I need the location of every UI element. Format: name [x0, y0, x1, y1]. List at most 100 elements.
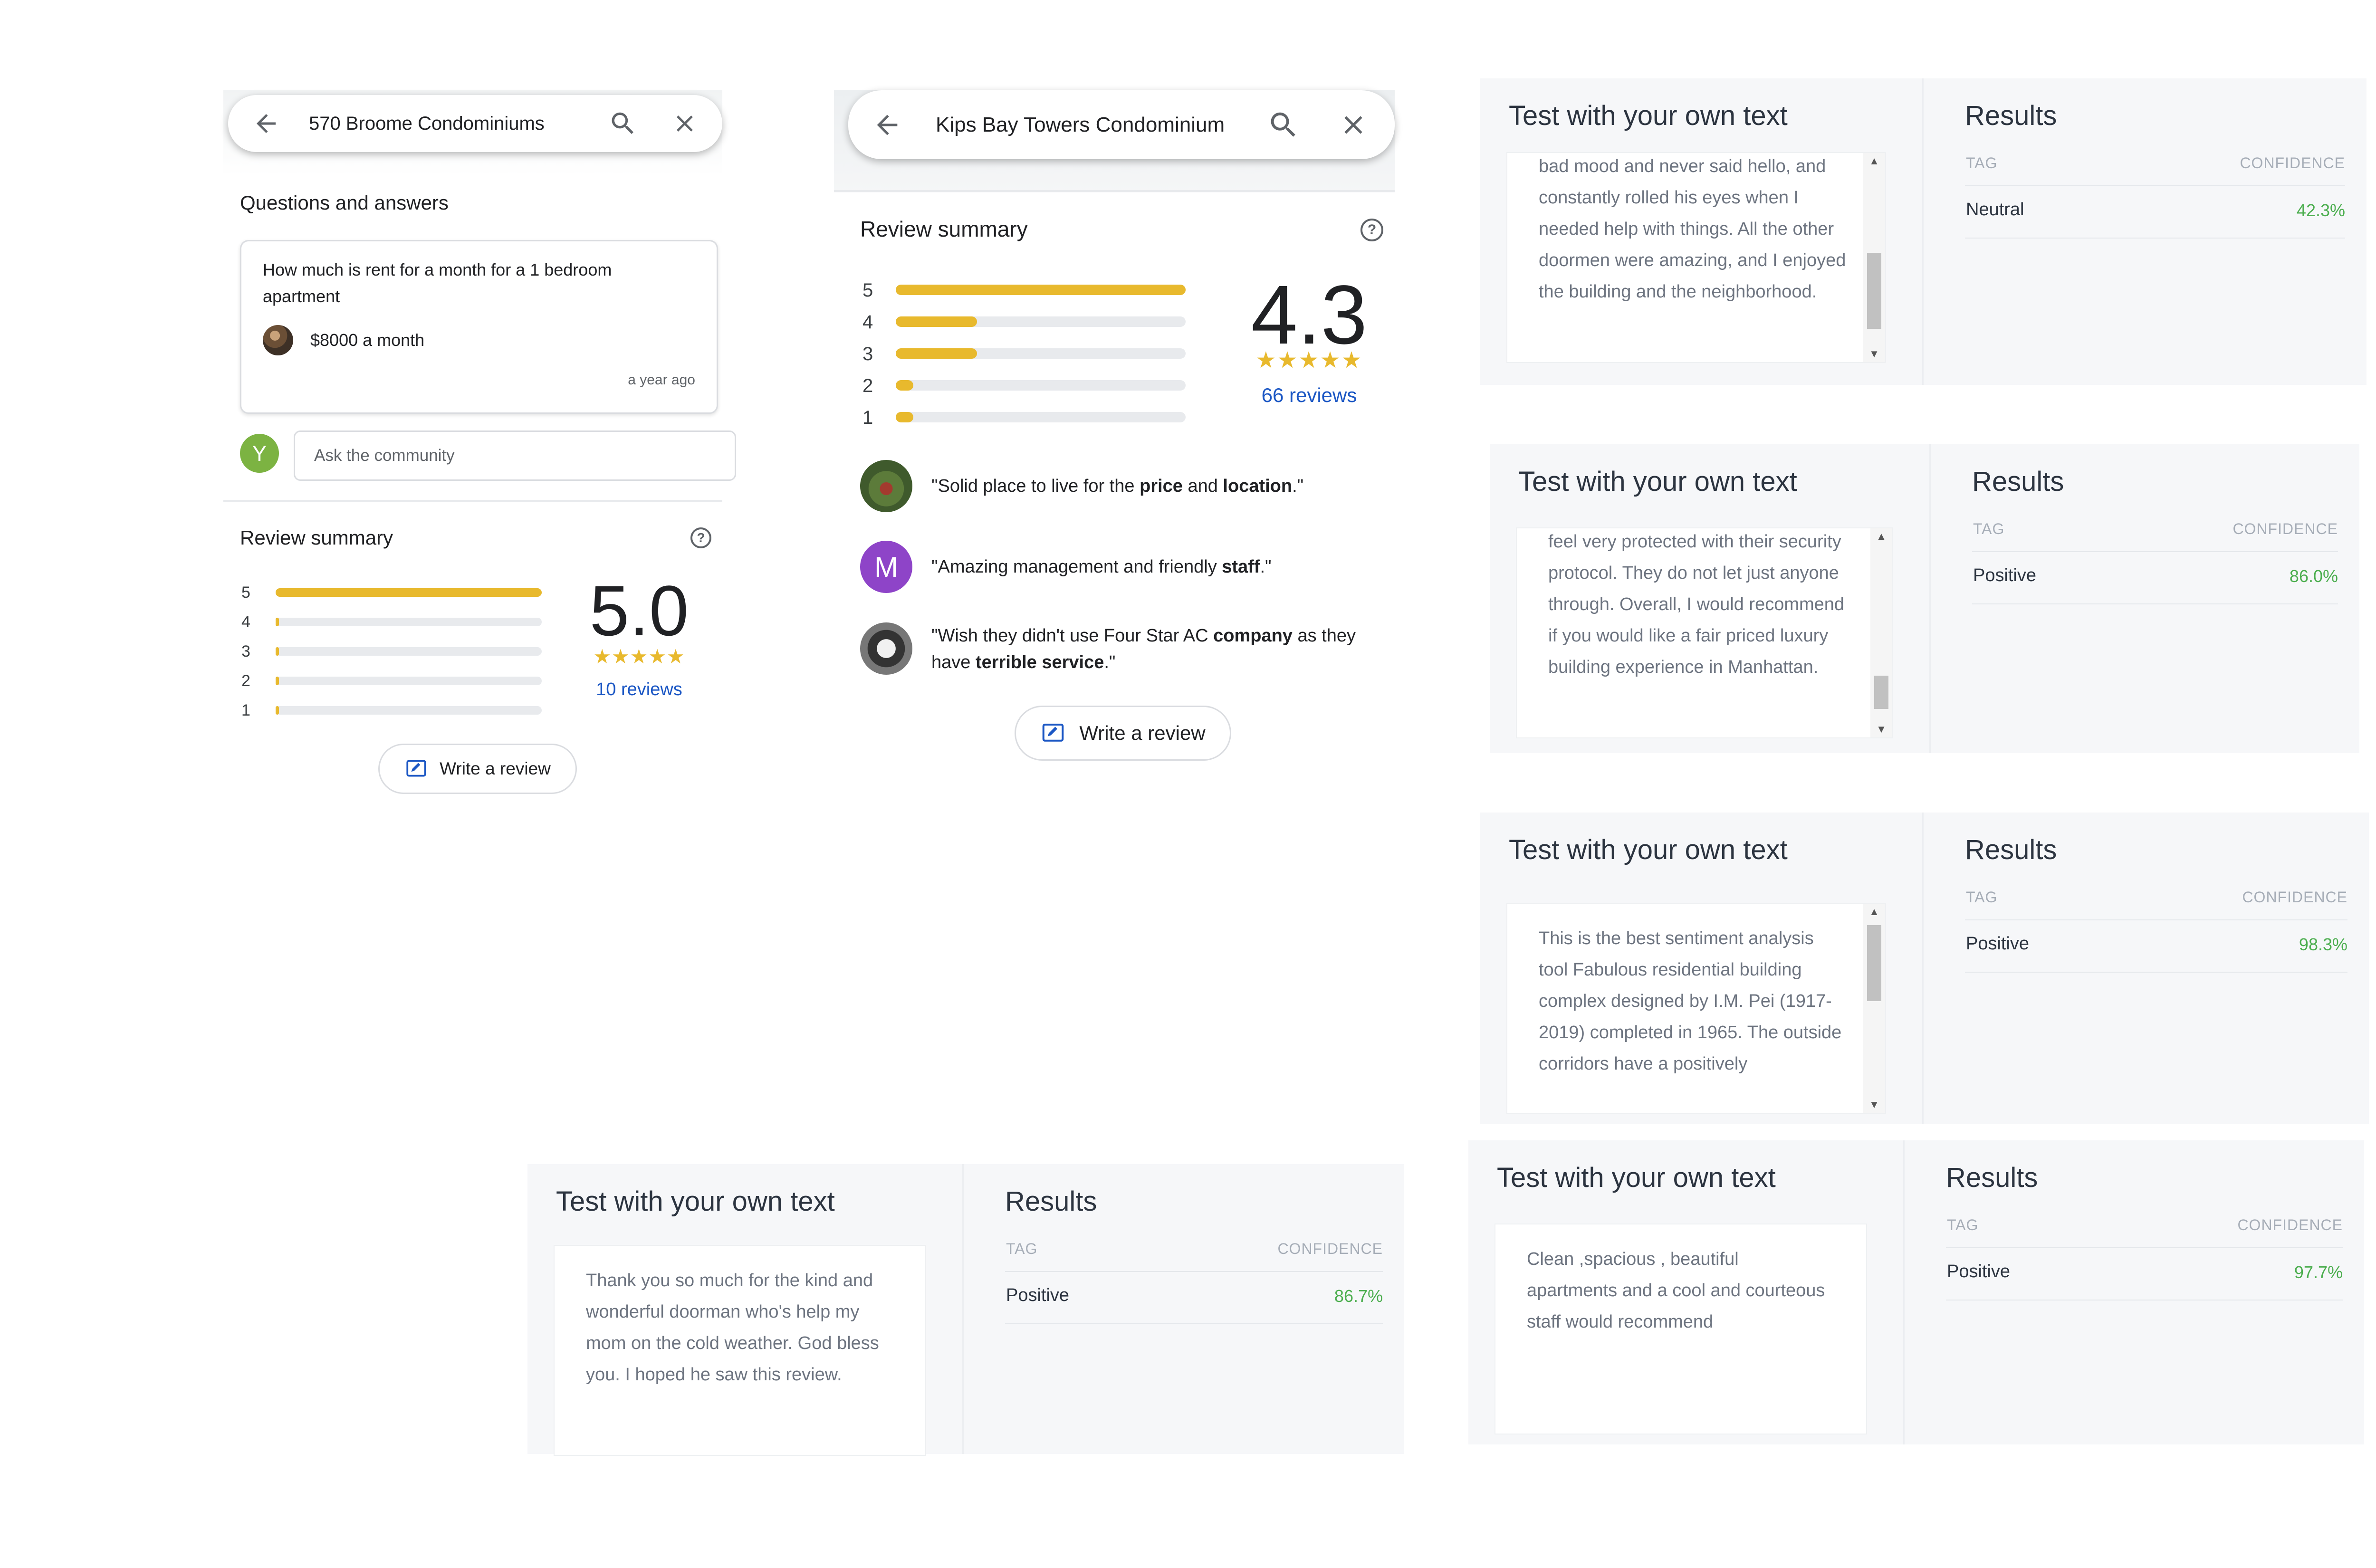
scrollbar-thumb[interactable]	[1867, 925, 1881, 1001]
confidence-column-header: CONFIDENCE	[2242, 889, 2347, 906]
review-snippet[interactable]: "Amazing management and friendly staff."	[931, 554, 1383, 580]
scrollbar[interactable]: ▲ ▼	[1863, 904, 1885, 1113]
input-heading: Test with your own text	[1509, 834, 1788, 865]
rating-bar-label: 1	[862, 407, 873, 428]
confidence-column-header: CONFIDENCE	[2232, 520, 2338, 537]
search-icon[interactable]	[1267, 108, 1300, 142]
tag-column-header: TAG	[1966, 889, 1998, 906]
sentiment-panel: Test with your own text Clean ,spacious …	[1468, 1140, 2364, 1444]
rating-bar-fill	[896, 380, 913, 391]
result-tag: Positive	[1973, 565, 2037, 585]
sentiment-panel: Test with your own text bad mood and nev…	[1480, 78, 2366, 385]
review-snippet[interactable]: "Solid place to live for the price and l…	[931, 473, 1383, 499]
rating-bar-label: 3	[241, 642, 250, 660]
scrollbar[interactable]: ▲ ▼	[1870, 528, 1892, 737]
reviewer-avatar	[860, 622, 912, 675]
search-icon[interactable]	[608, 109, 638, 138]
scroll-down-icon[interactable]: ▼	[1863, 348, 1885, 360]
review-summary-heading: Review summary	[860, 217, 1028, 241]
results-heading: Results	[1972, 466, 2064, 497]
rating-bar-label: 5	[862, 280, 873, 301]
reviews-count-link[interactable]: 66 reviews	[1233, 384, 1385, 407]
rating-bar	[276, 618, 542, 626]
scroll-up-icon[interactable]: ▲	[1863, 155, 1885, 167]
input-heading: Test with your own text	[556, 1186, 835, 1217]
rating-bar	[276, 588, 542, 597]
result-tag: Neutral	[1966, 200, 2024, 220]
results-heading: Results	[1946, 1162, 2038, 1193]
rating-bar-label: 1	[241, 701, 250, 719]
confidence-column-header: CONFIDENCE	[2237, 1216, 2343, 1233]
rating-bar	[276, 677, 542, 685]
scroll-down-icon[interactable]: ▼	[1863, 1099, 1885, 1111]
star-rating: ★★★★★	[593, 645, 685, 668]
rating-bar	[896, 380, 1186, 391]
scroll-up-icon[interactable]: ▲	[1863, 906, 1885, 918]
result-confidence: 98.3%	[2299, 935, 2347, 954]
search-title[interactable]: Kips Bay Towers Condominium	[936, 113, 1262, 137]
header-divider	[1972, 551, 2338, 552]
scrollbar-thumb[interactable]	[1874, 676, 1888, 709]
rating-bar-fill	[896, 412, 913, 422]
column-divider	[1922, 813, 1924, 1124]
rating-bar	[896, 412, 1186, 422]
close-icon[interactable]	[1338, 110, 1369, 140]
input-text: Clean ,spacious , beautiful apartments a…	[1527, 1249, 1825, 1332]
maps-panel-570-broome: 570 Broome Condominiums Questions and an…	[223, 90, 736, 803]
write-review-button[interactable]: Write a review	[1015, 706, 1231, 761]
divider	[834, 190, 1395, 192]
divider	[223, 500, 722, 502]
row-divider	[1965, 238, 2345, 239]
input-heading: Test with your own text	[1497, 1162, 1776, 1193]
reviews-count-link[interactable]: 10 reviews	[580, 679, 699, 700]
avatar	[263, 325, 293, 355]
search-bar[interactable]: 570 Broome Condominiums	[228, 95, 722, 152]
scrollbar[interactable]: ▲ ▼	[1863, 153, 1885, 362]
snippet-text: "Amazing management and friendly	[931, 557, 1222, 577]
rating-bar-label: 5	[241, 583, 250, 602]
snippet-text: ."	[1260, 557, 1272, 577]
text-input[interactable]: Thank you so much for the kind and wonde…	[554, 1245, 926, 1456]
scrollbar-thumb[interactable]	[1867, 253, 1881, 329]
close-icon[interactable]	[671, 110, 699, 137]
qa-card[interactable]: How much is rent for a month for a 1 bed…	[240, 240, 718, 414]
rating-bar-label: 4	[862, 312, 873, 333]
search-bar[interactable]: Kips Bay Towers Condominium	[848, 90, 1395, 159]
star-rating: ★★★★★	[1255, 348, 1363, 373]
back-arrow-icon[interactable]	[252, 109, 280, 138]
write-review-label: Write a review	[440, 759, 551, 778]
result-confidence: 86.0%	[2289, 566, 2338, 586]
text-input[interactable]: This is the best sentiment analysis tool…	[1506, 903, 1886, 1114]
scroll-down-icon[interactable]: ▼	[1870, 723, 1892, 736]
snippet-text: and	[1182, 476, 1223, 496]
rating-bar-label: 2	[862, 375, 873, 396]
back-arrow-icon[interactable]	[872, 110, 902, 140]
results-heading: Results	[1965, 100, 2057, 131]
reviewer-avatar: M	[860, 541, 912, 593]
scroll-up-icon[interactable]: ▲	[1870, 530, 1892, 543]
results-heading: Results	[1005, 1186, 1097, 1217]
sentiment-panel: Test with your own text Thank you so muc…	[527, 1164, 1404, 1456]
rating-bar-fill	[276, 588, 542, 597]
column-divider	[1929, 444, 1931, 753]
text-input[interactable]: feel very protected with their security …	[1516, 527, 1893, 738]
ask-community-input[interactable]: Ask the community	[294, 430, 736, 481]
column-divider	[1903, 1140, 1905, 1444]
text-input[interactable]: bad mood and never said hello, and const…	[1506, 152, 1886, 363]
header-divider	[1005, 1271, 1383, 1272]
help-icon[interactable]: ?	[1360, 219, 1383, 241]
input-heading: Test with your own text	[1518, 466, 1797, 497]
rating-bar	[896, 348, 1186, 359]
qa-heading: Questions and answers	[240, 191, 449, 214]
search-title[interactable]: 570 Broome Condominiums	[309, 113, 608, 134]
review-snippet[interactable]: "Wish they didn't use Four Star AC compa…	[931, 622, 1383, 676]
help-icon[interactable]: ?	[690, 527, 711, 548]
row-divider	[1965, 972, 2347, 973]
question-text: How much is rent for a month for a 1 bed…	[263, 260, 612, 306]
confidence-column-header: CONFIDENCE	[2240, 154, 2345, 172]
rating-bar	[276, 647, 542, 656]
tag-column-header: TAG	[1947, 1216, 1979, 1233]
edit-review-icon	[1043, 723, 1064, 742]
text-input[interactable]: Clean ,spacious , beautiful apartments a…	[1495, 1224, 1867, 1434]
write-review-button[interactable]: Write a review	[378, 744, 577, 794]
